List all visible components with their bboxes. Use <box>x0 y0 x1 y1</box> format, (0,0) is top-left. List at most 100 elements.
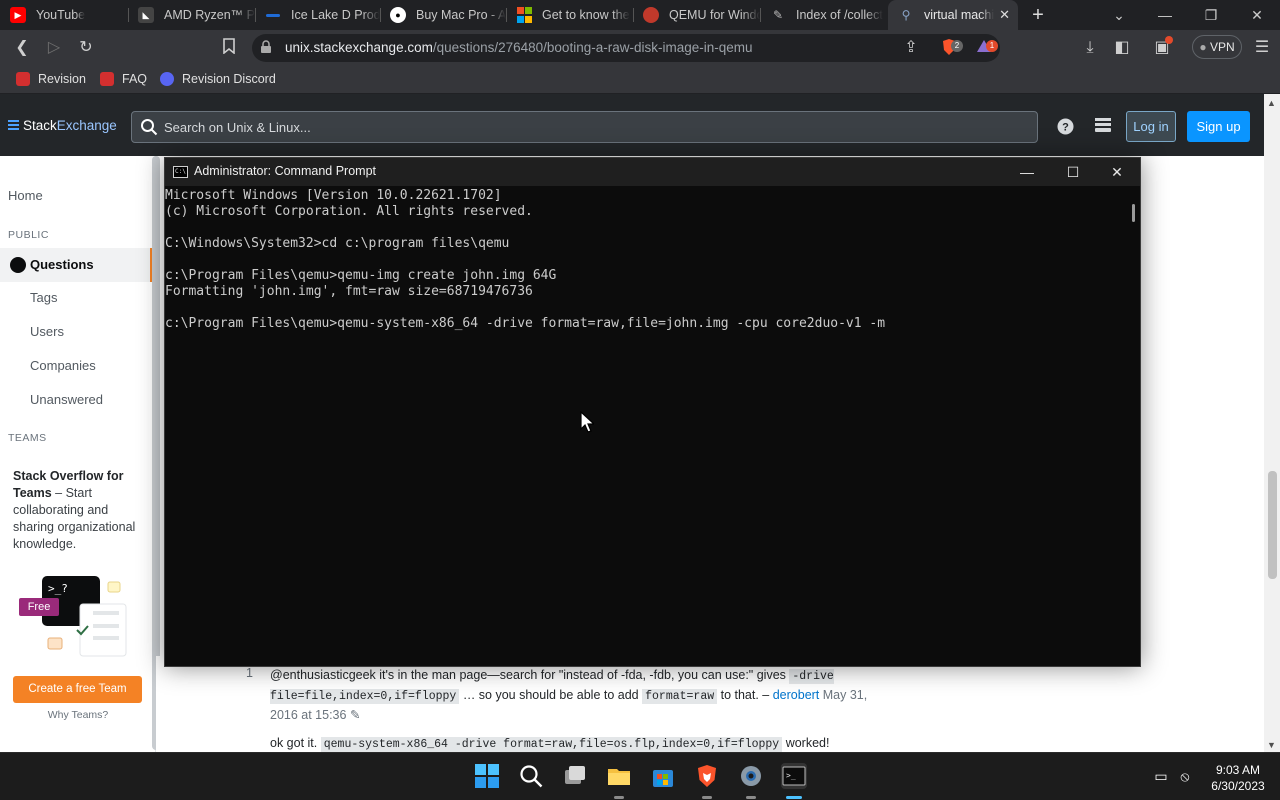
clock-date: 6/30/2023 <box>1211 779 1265 793</box>
command-prompt-title: Administrator: Command Prompt <box>194 164 377 178</box>
tab-amd[interactable]: ◣ AMD Ryzen™ PR <box>128 0 255 30</box>
nav-tags[interactable]: Tags <box>30 290 57 305</box>
comment-user-link[interactable]: derobert <box>773 688 820 702</box>
nav-companies[interactable]: Companies <box>30 358 96 373</box>
cmd-close-button[interactable]: ✕ <box>1094 158 1140 186</box>
login-button[interactable]: Log in <box>1126 111 1176 142</box>
bookmark-faq[interactable]: FAQ <box>100 72 147 86</box>
console-input-line[interactable]: c:\Program Files\qemu>qemu-system-x86_64… <box>165 316 1125 332</box>
settings-icon[interactable] <box>738 763 764 789</box>
scroll-up-arrow-icon[interactable]: ▲ <box>1267 98 1276 108</box>
edit-pencil-icon[interactable]: ✎ <box>350 708 360 722</box>
why-teams-link[interactable]: Why Teams? <box>0 709 156 721</box>
running-indicator <box>746 796 756 799</box>
file-explorer-icon[interactable] <box>606 763 632 789</box>
intel-icon <box>265 7 281 23</box>
scroll-down-arrow-icon[interactable]: ▼ <box>1267 740 1276 750</box>
console-scrollbar[interactable] <box>1132 204 1135 222</box>
mouse-pointer-icon <box>580 411 594 433</box>
archive-icon: ✎ <box>772 8 784 22</box>
brave-shields-icon[interactable]: 2 <box>939 38 963 58</box>
address-bar[interactable]: unix.stackexchange.com/questions/276480/… <box>252 34 1000 62</box>
stackexchange-icon: ⚲ <box>901 8 911 22</box>
site-search-input[interactable]: Search on Unix & Linux... <box>131 111 1038 143</box>
restore-button[interactable]: ❐ <box>1188 0 1234 30</box>
signup-button[interactable]: Sign up <box>1187 111 1250 142</box>
bookmarks-bar: Revision FAQ Revision Discord <box>0 66 1280 94</box>
amd-icon: ◣ <box>138 7 154 23</box>
search-icon[interactable] <box>518 763 544 789</box>
stackexchange-logo[interactable]: StackExchange <box>8 118 117 133</box>
microsoft-icon <box>516 7 532 23</box>
stackexchange-header: StackExchange Search on Unix & Linux... … <box>0 94 1264 156</box>
minimize-button[interactable]: — <box>1142 0 1188 30</box>
site-switcher-icon[interactable] <box>1094 118 1112 136</box>
brave-rewards-icon[interactable]: 1 <box>974 38 998 58</box>
console-output[interactable]: Microsoft Windows [Version 10.0.22621.17… <box>165 188 1125 658</box>
display-icon[interactable]: ▭ <box>1152 768 1170 786</box>
cmd-minimize-button[interactable]: — <box>1004 158 1050 186</box>
taskbar-clock[interactable]: 9:03 AM 6/30/2023 <box>1203 762 1273 794</box>
url-text[interactable]: unix.stackexchange.com/questions/276480/… <box>285 40 753 55</box>
start-icon[interactable] <box>474 763 500 789</box>
command-prompt-titlebar[interactable]: Administrator: Command Prompt — ☐ ✕ <box>165 158 1140 186</box>
back-icon[interactable]: ❮ <box>12 38 32 58</box>
download-icon[interactable]: ⤓ <box>1080 38 1100 58</box>
cmd-maximize-button[interactable]: ☐ <box>1050 158 1096 186</box>
globe-icon <box>10 257 26 273</box>
sidebar-icon[interactable]: ◧ <box>1112 38 1132 58</box>
tab-microsoft[interactable]: Get to know the <box>506 0 633 30</box>
wallet-icon[interactable]: ▣ <box>1152 36 1173 58</box>
tab-youtube[interactable]: ▶ YouTube <box>0 0 128 30</box>
share-icon[interactable]: ⇪ <box>901 38 921 58</box>
bookmark-revision[interactable]: Revision <box>16 72 86 86</box>
nav-unanswered[interactable]: Unanswered <box>30 392 103 407</box>
nav-users[interactable]: Users <box>30 324 64 339</box>
comments-section: 1 @enthusiasticgeek it's in the man page… <box>156 656 1264 752</box>
tab-apple[interactable]: ● Buy Mac Pro - Ap <box>380 0 506 30</box>
page-scrollbar[interactable]: ▲ ▼ <box>1264 94 1280 752</box>
microsoft-store-icon[interactable] <box>650 763 676 789</box>
command-prompt-taskbar-icon[interactable]: >_ <box>781 763 807 789</box>
network-icon[interactable]: ⦸ <box>1176 768 1194 786</box>
close-tab-icon[interactable]: ✕ <box>999 7 1010 23</box>
bookmark-revision-discord[interactable]: Revision Discord <box>160 72 276 86</box>
help-icon[interactable]: ? <box>1056 118 1074 136</box>
stackexchange-logo-icon <box>8 120 19 130</box>
running-indicator <box>702 796 712 799</box>
reload-icon[interactable]: ↻ <box>76 38 96 58</box>
nav-home[interactable]: Home <box>8 188 43 203</box>
tab-qemu[interactable]: QEMU for Windo <box>633 0 760 30</box>
task-view-icon[interactable] <box>562 763 588 789</box>
tab-search-chevron-icon[interactable]: ⌄ <box>1096 0 1142 30</box>
brave-browser-icon[interactable] <box>694 763 720 789</box>
nav-heading-public: PUBLIC <box>8 229 49 241</box>
console-line: Formatting 'john.img', fmt=raw size=6871… <box>165 284 533 299</box>
tab-intel[interactable]: Ice Lake D Produ <box>255 0 380 30</box>
revision-icon <box>100 72 114 86</box>
new-tab-button[interactable]: + <box>1026 3 1050 27</box>
comment-2: ok got it. qemu-system-x86_64 -drive for… <box>270 736 830 752</box>
tab-archive[interactable]: ✎ Index of /collect <box>760 0 887 30</box>
create-team-button[interactable]: Create a free Team <box>13 676 142 703</box>
forward-icon[interactable]: ▷ <box>44 38 64 58</box>
free-badge: Free <box>19 598 59 616</box>
teams-promo: Stack Overflow for Teams – Start collabo… <box>13 468 143 553</box>
windows-taskbar: >_ ▭ ⦸ 9:03 AM 6/30/2023 <box>0 752 1280 800</box>
browser-toolbar: ❮ ▷ ↻ unix.stackexchange.com/questions/2… <box>0 30 1280 66</box>
apple-icon: ● <box>390 7 406 23</box>
vpn-button[interactable]: ● VPN <box>1192 35 1242 59</box>
command-prompt-window[interactable]: Administrator: Command Prompt — ☐ ✕ Micr… <box>164 157 1141 667</box>
browser-tab-strip: ▶ YouTube ◣ AMD Ryzen™ PR Ice Lake D Pro… <box>0 0 1280 30</box>
nav-heading-teams: TEAMS <box>8 432 47 444</box>
bookmark-icon[interactable] <box>219 38 239 58</box>
close-window-button[interactable]: ✕ <box>1234 0 1280 30</box>
nav-questions[interactable]: Questions <box>0 248 153 282</box>
tab-virtual-machine-active[interactable]: ⚲ virtual machi ✕ <box>888 0 1018 30</box>
scrollbar-thumb[interactable] <box>1268 471 1277 579</box>
teams-illustration: >_? <box>42 576 127 657</box>
clock-time: 9:03 AM <box>1215 763 1261 777</box>
menu-icon[interactable]: ☰ <box>1252 38 1272 58</box>
